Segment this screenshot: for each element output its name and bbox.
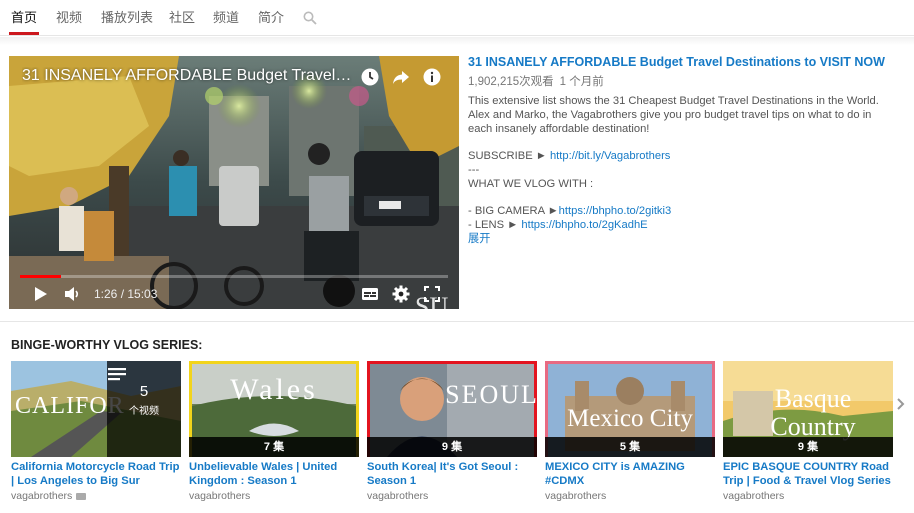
tab-about[interactable]: 简介 <box>258 0 284 34</box>
playlist-card[interactable]: SEOUL 9 集 South Korea| It's Got Seoul : … <box>367 361 537 503</box>
episode-count: 9 集 <box>367 437 537 457</box>
clock-icon[interactable] <box>360 67 380 87</box>
search-icon[interactable] <box>303 11 317 25</box>
video-meta: 1,902,215次观看 1 个月前 <box>468 75 888 89</box>
video-player[interactable]: 31 INSANELY AFFORDABLE Budget Travel Des… <box>9 56 459 309</box>
expand-link[interactable]: 展开 <box>468 233 888 247</box>
time-display: 1:26 / 15:03 <box>94 287 158 301</box>
playlist-owner[interactable]: vagabrothers <box>189 489 359 503</box>
lens-line: - LENS ► https://bhpho.to/2gKadhE <box>468 219 888 233</box>
playlist-thumbnail[interactable]: Wales 7 集 <box>189 361 359 457</box>
subscribe-line: SUBSCRIBE ► http://bit.ly/Vagabrothers <box>468 150 888 164</box>
section-divider <box>0 321 914 322</box>
episode-count: 7 集 <box>189 437 359 457</box>
playlist-thumbnail[interactable]: SEOUL 9 集 <box>367 361 537 457</box>
upload-age: 1 个月前 <box>559 76 604 88</box>
subscribe-link[interactable]: http://bit.ly/Vagabrothers <box>550 150 670 162</box>
video-frame <box>9 56 459 309</box>
play-icon[interactable] <box>30 284 50 304</box>
video-count-unit: 个视频 <box>129 406 159 417</box>
tabs-shadow <box>0 37 914 45</box>
vlog-with-heading: WHAT WE VLOG WITH : <box>468 177 594 190</box>
video-count: 5 <box>139 383 149 400</box>
tab-community[interactable]: 社区 <box>169 0 195 34</box>
subscribe-label: SUBSCRIBE ► <box>468 150 547 162</box>
camera-line: - BIG CAMERA ►https://bhpho.to/2gitki3 <box>468 205 888 219</box>
svg-text:Wales: Wales <box>230 373 318 406</box>
episode-count: 5 集 <box>545 437 715 457</box>
subtitles-icon[interactable] <box>360 284 380 304</box>
lens-link[interactable]: https://bhpho.to/2gKadhE <box>521 219 647 231</box>
verified-badge-icon <box>76 492 87 500</box>
playlist-title[interactable]: South Korea| It's Got Seoul : Season 1 <box>367 460 537 488</box>
playlist-title[interactable]: California Motorcycle Road Trip | Los An… <box>11 460 181 488</box>
playlist-thumbnail[interactable]: Mexico City 5 集 <box>545 361 715 457</box>
info-icon[interactable] <box>422 67 442 87</box>
lens-label: - LENS ► <box>468 219 519 232</box>
channel-tabs: 首页 视频 播放列表 社区 频道 简介 <box>0 0 914 36</box>
playlist-card[interactable]: Wales 7 集 Unbelievable Wales | United Ki… <box>189 361 359 503</box>
player-title[interactable]: 31 INSANELY AFFORDABLE Budget Travel Des… <box>22 67 352 85</box>
share-icon[interactable] <box>391 67 411 87</box>
playlist-title[interactable]: Unbelievable Wales | United Kingdom : Se… <box>189 460 359 488</box>
progress-played <box>20 275 61 278</box>
playlist-thumbnail[interactable]: CALIFOR 5 个视频 <box>11 361 181 457</box>
playlist-icon <box>108 368 126 381</box>
svg-text:Mexico City: Mexico City <box>567 405 693 432</box>
volume-icon[interactable] <box>62 284 82 304</box>
video-description: This extensive list shows the 31 Cheapes… <box>468 95 879 135</box>
playlist-card[interactable]: Basque Country 9 集 EPIC BASQUE COUNTRY R… <box>723 361 893 503</box>
playlist-count-overlay: 5 个视频 <box>107 361 181 457</box>
view-count: 1,902,215次观看 <box>468 76 554 88</box>
video-title-link[interactable]: 31 INSANELY AFFORDABLE Budget Travel Des… <box>468 55 888 70</box>
shelf-title: BINGE-WORTHY VLOG SERIES: <box>11 338 203 352</box>
svg-text:Basque: Basque <box>775 384 852 413</box>
progress-bar[interactable] <box>20 275 448 278</box>
playlist-owner[interactable]: vagabrothers <box>11 489 181 503</box>
playlist-title[interactable]: MEXICO CITY is AMAZING #CDMX <box>545 460 715 488</box>
playlist-title[interactable]: EPIC BASQUE COUNTRY Road Trip | Food & T… <box>723 460 893 488</box>
playlist-owner[interactable]: vagabrothers <box>723 489 893 503</box>
video-description-panel: 31 INSANELY AFFORDABLE Budget Travel Des… <box>468 55 888 247</box>
camera-link[interactable]: https://bhpho.to/2gitki3 <box>559 205 672 217</box>
tab-videos[interactable]: 视频 <box>56 0 82 34</box>
camera-label: - BIG CAMERA ► <box>468 205 559 218</box>
playlist-thumbnail[interactable]: Basque Country 9 集 <box>723 361 893 457</box>
episode-count: 9 集 <box>723 437 893 457</box>
separator-line: --- <box>468 163 480 176</box>
playlist-owner[interactable]: vagabrothers <box>367 489 537 503</box>
playlist-card[interactable]: Mexico City 5 集 MEXICO CITY is AMAZING #… <box>545 361 715 503</box>
tab-playlists[interactable]: 播放列表 <box>101 0 153 34</box>
tab-home[interactable]: 首页 <box>8 0 40 35</box>
svg-text:SEOUL: SEOUL <box>445 380 537 409</box>
settings-gear-icon[interactable] <box>391 284 411 304</box>
chevron-right-icon[interactable] <box>895 396 907 412</box>
playlist-owner[interactable]: vagabrothers <box>545 489 715 503</box>
fullscreen-icon[interactable] <box>422 284 442 304</box>
owner-name[interactable]: vagabrothers <box>11 490 72 502</box>
tab-channels[interactable]: 频道 <box>213 0 239 34</box>
playlist-card[interactable]: CALIFOR 5 个视频 California Motorcycle Road… <box>11 361 181 503</box>
